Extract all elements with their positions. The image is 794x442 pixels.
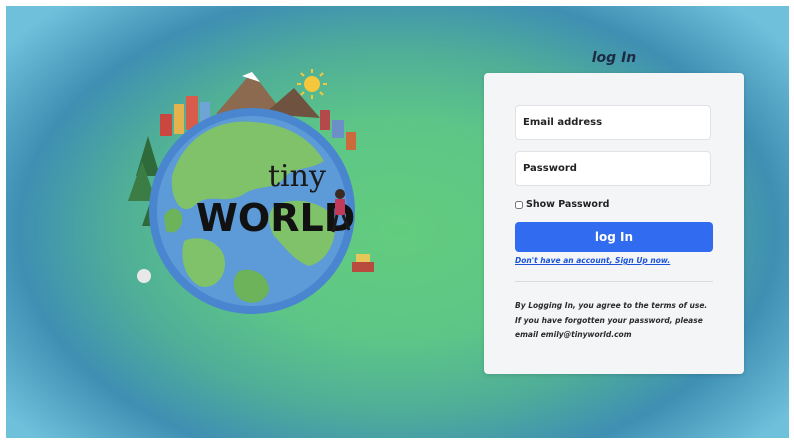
logo-line1: tiny	[268, 159, 326, 194]
terms-line3: email emily@tinyworld.com	[515, 330, 632, 339]
ship-decoration	[352, 254, 374, 272]
terms-line2: If you have forgotten your password, ple…	[515, 315, 703, 325]
show-password-row: Show Password	[515, 199, 609, 210]
globe-illustration: tiny WORLD	[128, 69, 374, 314]
login-title: log In	[591, 50, 637, 66]
tiny-world-logo: tiny WORLD	[124, 66, 384, 336]
login-card: Show Password log In Don't have an accou…	[484, 73, 744, 374]
terms-text: By Logging In, you agree to the terms of…	[515, 299, 715, 343]
logo-line2: WORLD	[196, 196, 355, 240]
sun-icon	[297, 69, 327, 99]
password-field[interactable]	[515, 151, 711, 186]
show-password-checkbox[interactable]	[515, 200, 523, 209]
moon-icon	[137, 269, 151, 283]
email-field[interactable]	[515, 105, 711, 140]
signup-link[interactable]: Don't have an account, Sign Up now.	[515, 256, 670, 265]
page-background: tiny WORLD log In Show Password	[6, 6, 789, 438]
divider	[515, 281, 713, 282]
login-button[interactable]: log In	[515, 222, 713, 252]
show-password-label[interactable]: Show Password	[526, 199, 609, 210]
terms-line1: By Logging In, you agree to the terms of…	[515, 301, 708, 310]
